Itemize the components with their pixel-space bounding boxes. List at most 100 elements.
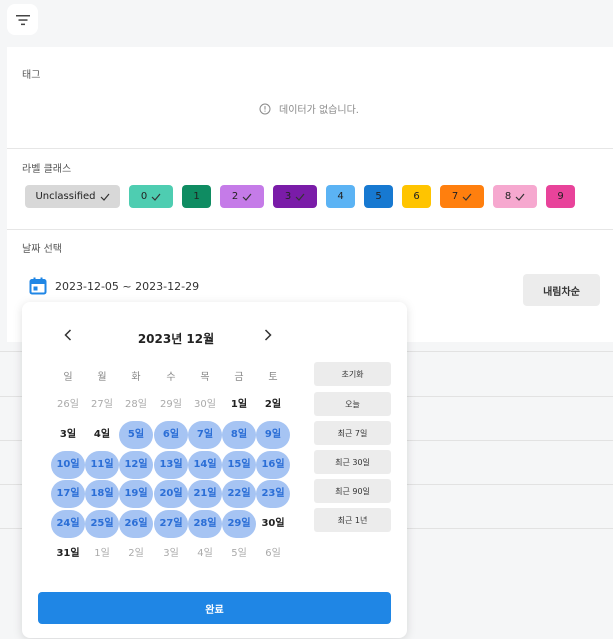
calendar-day[interactable]: 30일 (256, 510, 290, 538)
chip-label: 1 (193, 191, 200, 202)
check-icon (100, 193, 109, 201)
chip-label: 7 (451, 191, 459, 202)
chip-label: 3 (284, 191, 292, 202)
check-icon (242, 193, 252, 201)
calendar-day-selected[interactable]: 9일 (256, 421, 290, 449)
calendar-day-selected[interactable]: 16일 (256, 451, 290, 479)
weekday-header: 수 (166, 372, 176, 383)
section-divider (7, 148, 613, 149)
calendar-day[interactable]: 6일 (256, 540, 290, 568)
chip-label: 0 (140, 191, 148, 202)
calendar-day-selected[interactable]: 27일 (154, 510, 188, 538)
calendar-day[interactable]: 3일 (51, 421, 85, 449)
date-range-text: 2023-12-05 ~ 2023-12-29 (55, 279, 200, 293)
label-class-chip[interactable]: Unclassified (25, 185, 120, 208)
weekday-header: 목 (200, 372, 210, 383)
calendar-day-selected[interactable]: 14일 (188, 451, 222, 479)
calendar-day[interactable]: 5일 (222, 540, 256, 568)
preset-button[interactable]: 최근 7일 (314, 421, 391, 445)
weekday-header: 월 (97, 372, 107, 383)
chip-label: 5 (375, 191, 382, 202)
check-icon (515, 193, 525, 201)
calendar-day-selected[interactable]: 13일 (154, 451, 188, 479)
calendar-day-selected[interactable]: 19일 (119, 480, 153, 508)
preset-button[interactable]: 오늘 (314, 392, 391, 416)
calendar-day-selected[interactable]: 26일 (119, 510, 153, 538)
calendar-day-selected[interactable]: 23일 (256, 480, 290, 508)
calendar-day-selected[interactable]: 11일 (85, 451, 119, 479)
chip-label: 8 (504, 191, 512, 202)
check-icon (462, 193, 472, 201)
calendar-day-selected[interactable]: 7일 (188, 421, 222, 449)
calendar-day-selected[interactable]: 22일 (222, 480, 256, 508)
label-classes-label: 라벨 클래스 (22, 164, 72, 175)
label-class-chip[interactable]: 0 (129, 185, 173, 208)
sort-desc-button[interactable]: 내림차순 (523, 274, 600, 306)
calendar-day[interactable]: 2일 (119, 540, 153, 568)
section-divider (7, 229, 613, 230)
check-icon (295, 193, 305, 201)
calendar-day[interactable]: 4일 (85, 421, 119, 449)
preset-button[interactable]: 최근 1년 (314, 508, 391, 532)
calendar-icon (29, 277, 47, 295)
preset-button[interactable]: 최근 90일 (314, 479, 391, 503)
chevron-left-icon (64, 329, 72, 341)
tags-empty-state: 데이터가 없습니다. (259, 101, 359, 116)
calendar-day-selected[interactable]: 20일 (154, 480, 188, 508)
calendar-day[interactable]: 1일 (222, 391, 256, 419)
calendar-day-selected[interactable]: 29일 (222, 510, 256, 538)
calendar-day[interactable]: 26일 (51, 391, 85, 419)
chip-label: 6 (413, 191, 420, 202)
calendar-day[interactable]: 28일 (119, 391, 153, 419)
calendar-day-selected[interactable]: 17일 (51, 480, 85, 508)
filter-button[interactable] (7, 4, 38, 35)
calendar-day[interactable]: 31일 (51, 540, 85, 568)
date-picker-popup: 2023년 12월 일 월 화 수 목 금 토 26일 27일 28일 29일 30일 1일 2일 3일 4일… (22, 302, 407, 638)
filter-lines-icon (15, 14, 30, 25)
calendar-day[interactable]: 29일 (154, 391, 188, 419)
calendar-day[interactable]: 4일 (188, 540, 222, 568)
label-class-chip[interactable]: 7 (440, 185, 484, 208)
chip-label: 4 (337, 191, 344, 202)
chip-label: 9 (557, 191, 564, 202)
done-button[interactable]: 완료 (38, 592, 391, 624)
label-class-chip[interactable]: 2 (220, 185, 264, 208)
label-class-chip[interactable]: 9 (546, 185, 575, 208)
label-class-chip[interactable]: 3 (273, 185, 317, 208)
weekday-header: 토 (268, 372, 278, 383)
label-class-chip[interactable]: 5 (364, 185, 393, 208)
calendar-day-selected[interactable]: 15일 (222, 451, 256, 479)
calendar-day[interactable]: 2일 (256, 391, 290, 419)
calendar-day-selected[interactable]: 18일 (85, 480, 119, 508)
info-icon (259, 103, 271, 114)
calendar-day-selected[interactable]: 5일 (119, 421, 153, 449)
next-month-button[interactable] (261, 328, 275, 342)
filter-panel: 태그 데이터가 없습니다. 라벨 클래스 Unclassified 0 1 2 3 4 5 6… (7, 47, 613, 342)
weekday-header: 일 (63, 372, 73, 383)
label-class-chip[interactable]: 6 (402, 185, 431, 208)
label-class-chip[interactable]: 1 (182, 185, 211, 208)
calendar-day[interactable]: 3일 (154, 540, 188, 568)
chip-label: 2 (231, 191, 239, 202)
calendar-day-selected[interactable]: 24일 (51, 510, 85, 538)
calendar-month-title: 2023년 12월 (137, 332, 215, 346)
weekday-header: 금 (234, 372, 244, 383)
calendar-day[interactable]: 1일 (85, 540, 119, 568)
calendar-day-selected[interactable]: 6일 (154, 421, 188, 449)
calendar-day-selected[interactable]: 25일 (85, 510, 119, 538)
calendar-day-selected[interactable]: 10일 (51, 451, 85, 479)
calendar-day-selected[interactable]: 28일 (188, 510, 222, 538)
weekday-header: 화 (131, 372, 141, 383)
calendar-day[interactable]: 27일 (85, 391, 119, 419)
label-class-chip[interactable]: 8 (493, 185, 537, 208)
preset-button[interactable]: 초기화 (314, 362, 391, 386)
calendar-day-selected[interactable]: 12일 (119, 451, 153, 479)
prev-month-button[interactable] (61, 328, 75, 342)
preset-button[interactable]: 최근 30일 (314, 450, 391, 474)
chevron-right-icon (264, 329, 272, 341)
calendar-day[interactable]: 30일 (188, 391, 222, 419)
date-range-picker[interactable]: 2023-12-05 ~ 2023-12-29 (29, 277, 199, 295)
calendar-day-selected[interactable]: 21일 (188, 480, 222, 508)
label-class-chip[interactable]: 4 (326, 185, 355, 208)
calendar-day-selected[interactable]: 8일 (222, 421, 256, 449)
